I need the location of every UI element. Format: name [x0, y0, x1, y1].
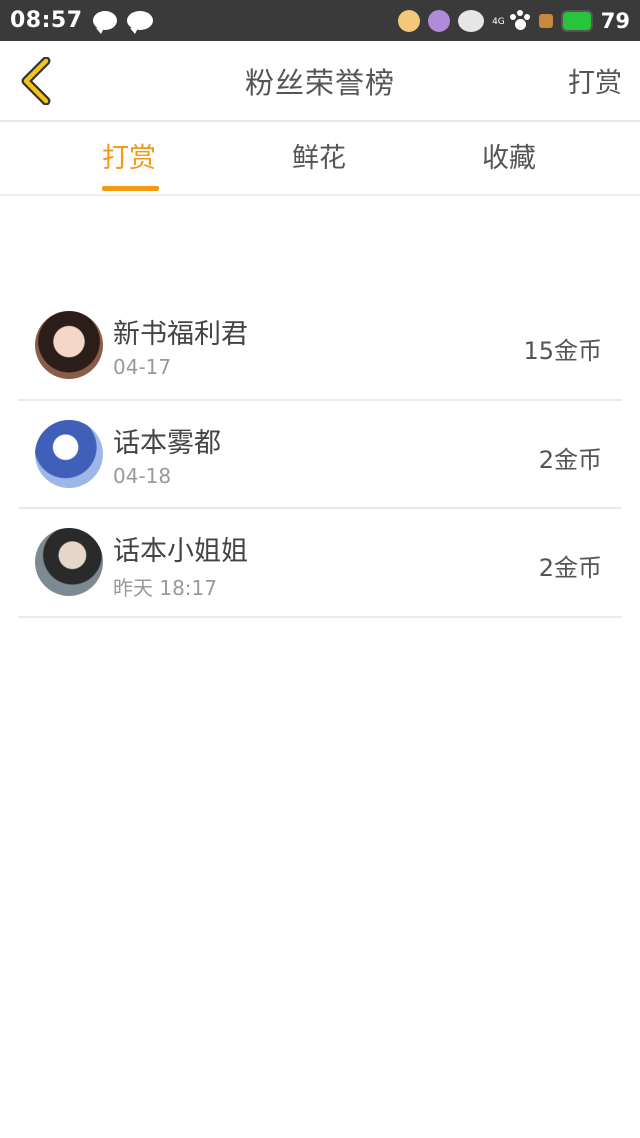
tab-flowers[interactable]: 鲜花: [292, 136, 346, 175]
status-tray: 4G 79: [398, 9, 630, 33]
chevron-left-icon: [21, 57, 51, 105]
battery-icon: [560, 9, 593, 32]
back-button[interactable]: [14, 55, 58, 107]
message-icon: [92, 11, 117, 34]
network-type: 4G: [492, 16, 505, 27]
wechat-icon: [126, 11, 153, 34]
reward-amount: 15金币: [523, 337, 602, 365]
reward-date: 04-17: [113, 355, 172, 379]
app-notification-icon: [538, 13, 553, 28]
reward-amount: 2金币: [538, 445, 602, 474]
avatar: [35, 528, 103, 596]
app-notification-icon: [428, 9, 451, 32]
reward-amount: 2金币: [538, 554, 602, 582]
battery-level: 79: [600, 8, 630, 33]
tabs-divider: [0, 194, 640, 196]
notification-icons: [92, 11, 153, 34]
app-notification-icon: [398, 9, 421, 32]
app-notification-icon: [458, 9, 485, 32]
reward-date: 昨天 18:17: [113, 576, 217, 600]
user-name: 话本小姐姐: [113, 536, 248, 567]
paw-icon: [509, 9, 531, 32]
tab-favorites[interactable]: 收藏: [482, 136, 536, 175]
status-bar: 08:57 4G 79: [0, 0, 640, 41]
active-tab-indicator: [102, 186, 159, 191]
page-title: 粉丝荣誉榜: [244, 66, 395, 100]
list-item[interactable]: 话本雾都 04-18 2金币: [18, 401, 622, 509]
list-item[interactable]: 话本小姐姐 昨天 18:17 2金币: [18, 509, 622, 618]
user-name: 话本雾都: [113, 427, 221, 459]
status-time: 08:57: [10, 8, 83, 33]
list-item[interactable]: 新书福利君 04-17 15金币: [18, 292, 622, 401]
app-header: 粉丝荣誉榜 打赏: [0, 41, 640, 121]
reward-button[interactable]: 打赏: [568, 61, 622, 100]
tab-reward[interactable]: 打赏: [102, 136, 156, 175]
reward-date: 04-18: [113, 463, 172, 488]
row-divider: [18, 615, 622, 618]
avatar: [35, 419, 103, 488]
tab-bar: 打赏 鲜花 收藏: [0, 122, 640, 196]
avatar: [35, 311, 103, 379]
fan-list: 新书福利君 04-17 15金币 话本雾都 04-18 2金币 话本小姐姐 昨天…: [0, 292, 640, 618]
user-name: 新书福利君: [113, 319, 248, 350]
